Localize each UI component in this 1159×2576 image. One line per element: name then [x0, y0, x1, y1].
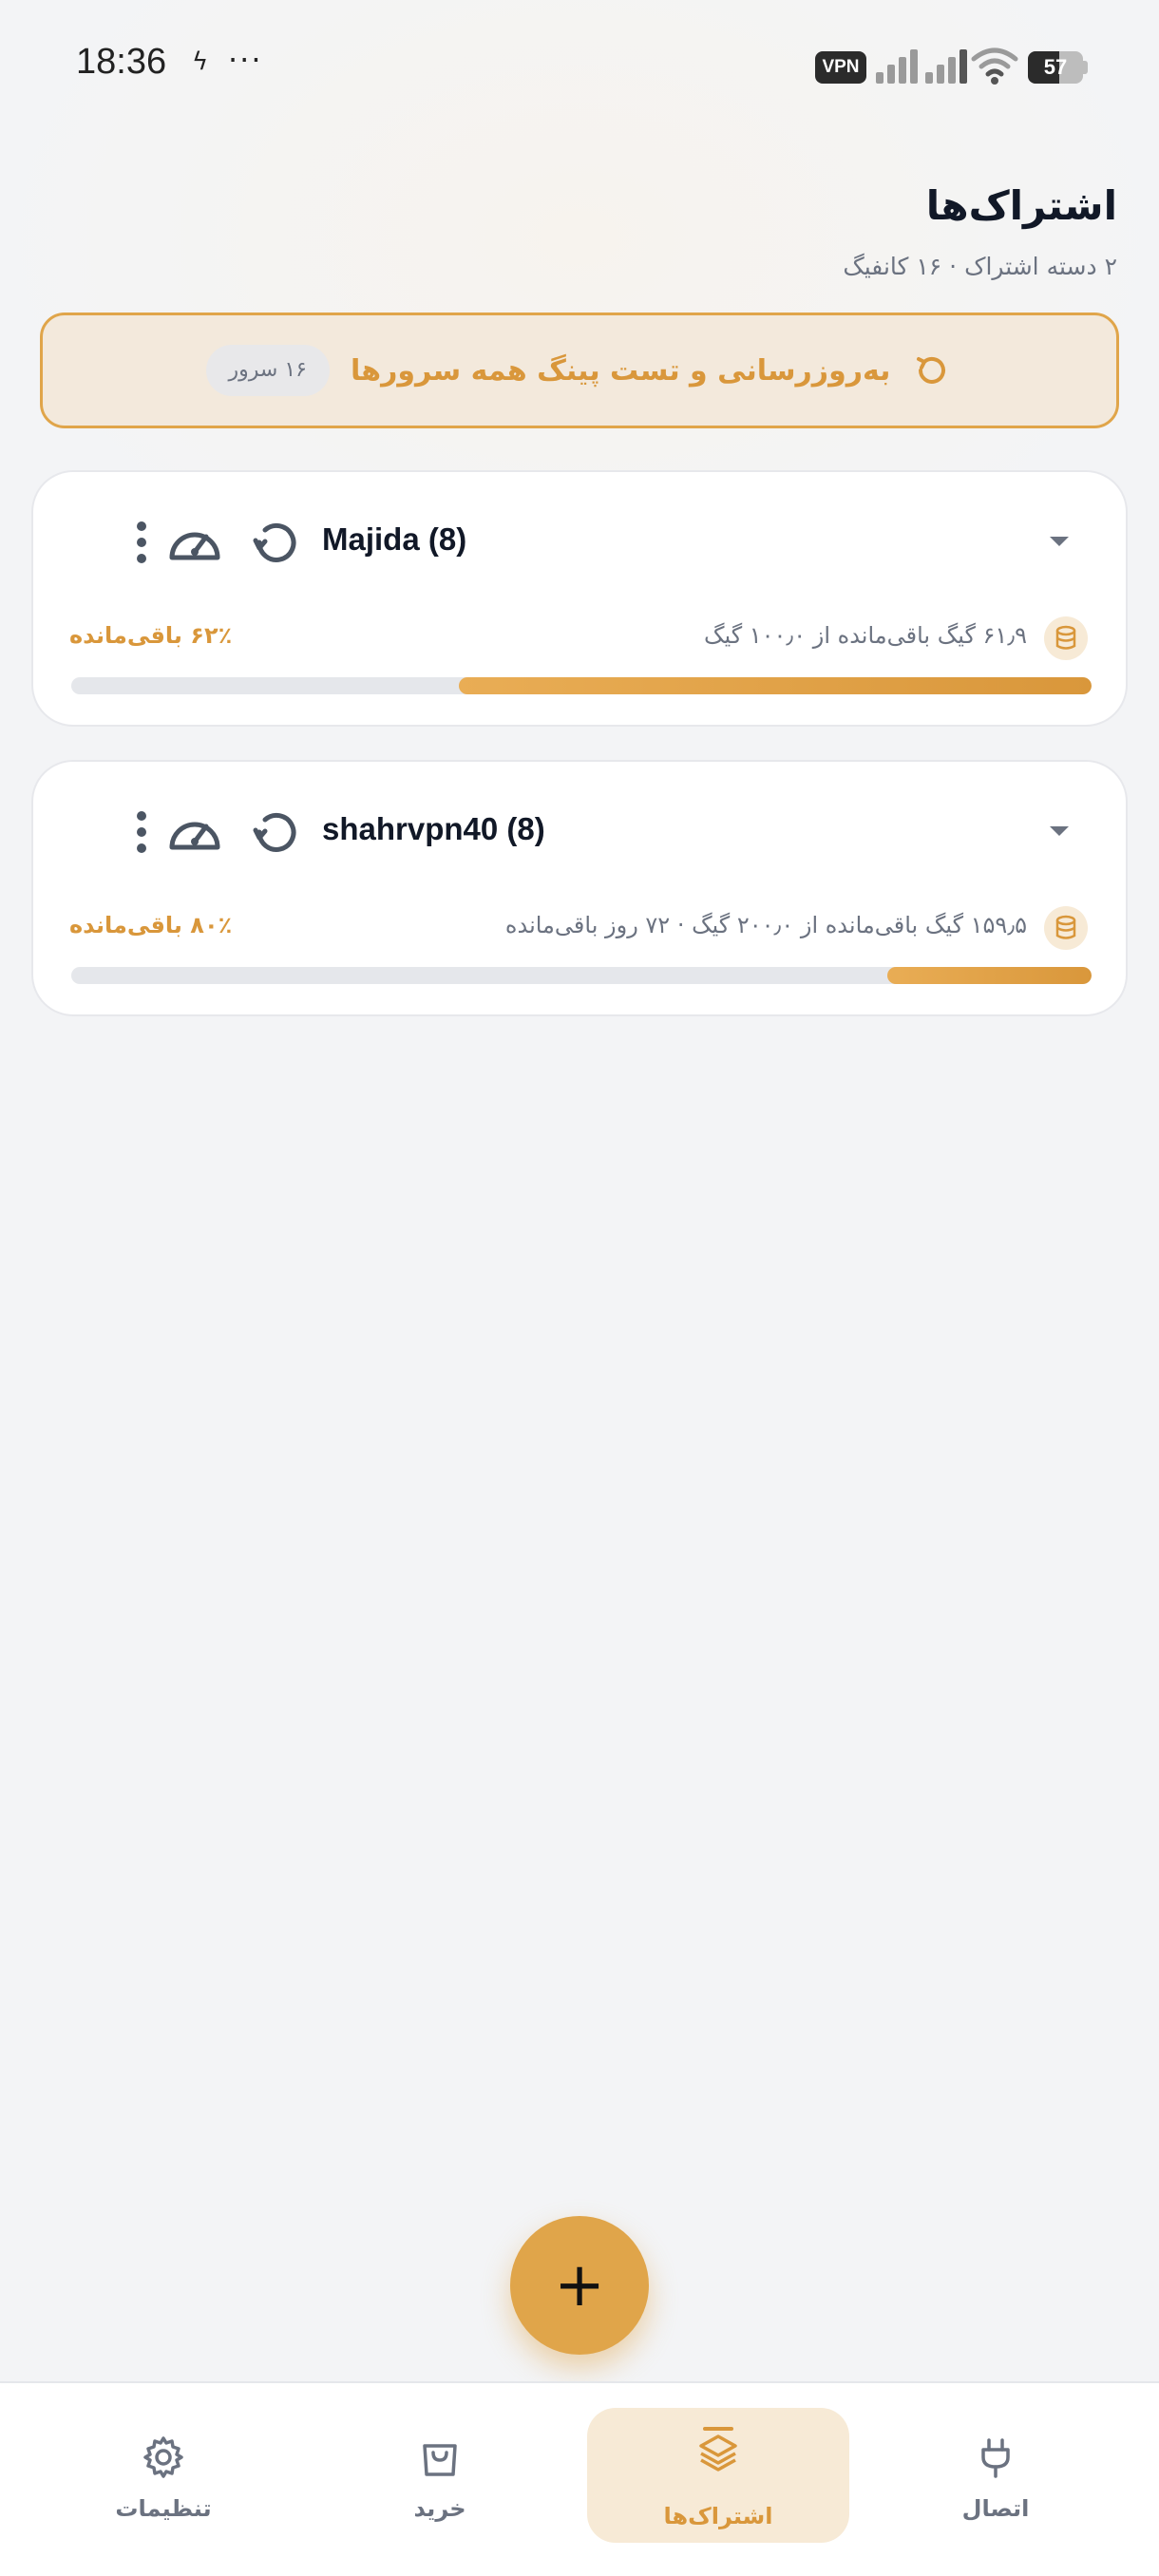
remaining-percent: ۶۲٪ باقی‌مانده	[69, 622, 233, 649]
nav-item-settings[interactable]: تنظیمات	[32, 2408, 294, 2543]
battery-level: 57	[1043, 55, 1068, 79]
vpn-badge: VPN	[815, 51, 866, 84]
nav-label-subscriptions: اشتراک‌ها	[663, 2503, 773, 2529]
speedometer-icon[interactable]	[166, 514, 223, 571]
usage-text: ۱۵۹٫۵ گیگ باقی‌مانده از ۲۰۰٫۰ گیگ · ۷۲ ر…	[504, 912, 1027, 938]
remaining-percent: ۸۰٪ باقی‌مانده	[69, 912, 233, 938]
more-notifications-icon: ···	[228, 42, 263, 78]
subscription-card[interactable]: shahrvpn40 (8) ۱۵۹٫۵ گیگ باقی‌مانده از ۲…	[31, 760, 1128, 1016]
layers-icon	[699, 2427, 737, 2472]
usage-progress-bar	[71, 677, 1092, 694]
battery-cap	[1083, 61, 1088, 74]
signal-icon-2	[925, 49, 967, 84]
status-time: 18:36	[76, 42, 167, 82]
speedometer-icon[interactable]	[166, 804, 223, 861]
page-title: اشتراک‌ها	[925, 182, 1117, 229]
refresh-icon	[917, 356, 946, 384]
signal-icon	[876, 49, 918, 84]
more-options-icon[interactable]	[113, 804, 170, 861]
subscription-name: Majida (8)	[322, 521, 467, 557]
status-bar: 18:36 ϟ ··· VPN 57	[0, 0, 1159, 133]
usage-progress-fill	[459, 677, 1092, 694]
nav-item-shop[interactable]: خرید	[309, 2408, 571, 2543]
subscription-card[interactable]: Majida (8) ۶۱٫۹ گیگ باقی‌مانده از ۱۰۰٫۰ …	[31, 470, 1128, 727]
refresh-all-button[interactable]: ۱۶ سرور به‌روزرسانی و تست پینگ همه سروره…	[40, 313, 1119, 428]
bottom-navigation: تنظیمات خرید اشتراک‌ها اتصال	[0, 2381, 1159, 2576]
nav-item-connect[interactable]: اتصال	[864, 2408, 1127, 2543]
storage-icon	[1044, 906, 1088, 950]
servers-count-badge: ۱۶ سرور	[205, 345, 330, 396]
battery-icon: 57	[1028, 51, 1083, 84]
page-subtitle: ۲ دسته اشتراک · ۱۶ کانفیگ	[843, 253, 1117, 280]
more-options-icon[interactable]	[113, 514, 170, 571]
chevron-down-icon[interactable]	[1046, 531, 1073, 550]
chevron-down-icon[interactable]	[1046, 821, 1073, 840]
usage-progress-bar	[71, 967, 1092, 984]
plug-icon	[981, 2438, 1010, 2478]
storage-icon	[1044, 616, 1088, 660]
usage-progress-fill	[887, 967, 1092, 984]
shopping-bag-icon	[423, 2444, 457, 2476]
wifi-icon	[971, 47, 1018, 85]
subscription-name: shahrvpn40 (8)	[322, 811, 545, 846]
refresh-icon[interactable]	[248, 804, 305, 861]
add-subscription-button[interactable]: +	[510, 2216, 649, 2355]
nav-label-shop: خرید	[413, 2495, 466, 2522]
refresh-icon[interactable]	[248, 514, 305, 571]
nav-label-settings: تنظیمات	[115, 2495, 212, 2522]
charging-icon: ϟ	[192, 47, 209, 76]
nav-item-subscriptions[interactable]: اشتراک‌ها	[587, 2408, 849, 2543]
nav-label-connect: اتصال	[961, 2495, 1030, 2522]
usage-text: ۶۱٫۹ گیگ باقی‌مانده از ۱۰۰٫۰ گیگ	[703, 622, 1027, 649]
gear-icon	[143, 2436, 183, 2478]
refresh-all-label: به‌روزرسانی و تست پینگ همه سرورها	[351, 353, 891, 388]
